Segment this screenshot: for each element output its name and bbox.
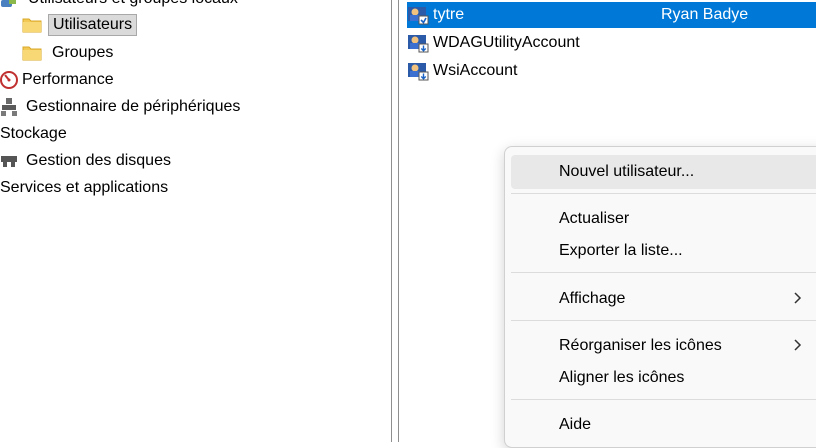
tree-label: Utilisateurs: [48, 14, 138, 36]
menu-separator: [511, 399, 816, 400]
tree-item-local-users-groups[interactable]: Utilisateurs et groupes locaux: [0, 0, 242, 12]
menu-item-aligner-les-icones[interactable]: Aligner les icônes: [511, 361, 816, 395]
menu-item-label: Nouvel utilisateur...: [559, 163, 695, 180]
user-full-name: Ryan Badye: [661, 6, 749, 23]
tree-item-services-applications[interactable]: Services et applications: [0, 175, 172, 201]
menu-item-label: Actualiser: [559, 210, 630, 227]
tree-item-disk-management[interactable]: Gestion des disques: [0, 148, 175, 174]
console-tree: Utilisateurs et groupes locaux Utilisate…: [0, 0, 392, 442]
tree-item-groupes[interactable]: Groupes: [22, 40, 117, 66]
disk-management-icon: [0, 153, 18, 169]
tree-label: Utilisateurs et groupes locaux: [24, 0, 242, 8]
tree-label: Groupes: [52, 44, 114, 61]
pane-splitter[interactable]: [391, 0, 399, 442]
users-groups-icon: [0, 0, 16, 8]
user-icon: [407, 5, 429, 25]
menu-item-label: Aligner les icônes: [559, 369, 685, 386]
tree-item-device-manager[interactable]: Gestionnaire de périphériques: [0, 94, 244, 120]
tree-item-utilisateurs[interactable]: Utilisateurs: [22, 12, 138, 38]
folder-icon: [22, 17, 42, 33]
folder-icon: [22, 45, 42, 61]
tree-label: Services et applications: [0, 179, 169, 196]
user-name: WsiAccount: [433, 62, 518, 79]
menu-item-affichage[interactable]: Affichage: [511, 282, 816, 316]
context-menu: Nouvel utilisateur... Actualiser Exporte…: [504, 146, 816, 448]
tree-label: Gestionnaire de périphériques: [26, 98, 241, 115]
menu-item-nouvel-utilisateur[interactable]: Nouvel utilisateur...: [511, 155, 816, 189]
tree-label: Performance: [22, 71, 114, 88]
menu-item-label: Réorganiser les icônes: [559, 337, 722, 354]
device-manager-icon: [0, 97, 18, 117]
menu-separator: [511, 320, 816, 321]
list-row-wdagutilityaccount[interactable]: WDAGUtilityAccount: [407, 30, 816, 56]
menu-item-exporter-la-liste[interactable]: Exporter la liste...: [511, 234, 816, 268]
tree-label: Gestion des disques: [26, 152, 171, 169]
chevron-right-icon: [791, 336, 805, 354]
user-icon: [407, 33, 429, 53]
user-name: WDAGUtilityAccount: [433, 34, 580, 51]
performance-icon: [0, 71, 18, 89]
tree-label: Stockage: [0, 125, 67, 142]
menu-item-actualiser[interactable]: Actualiser: [511, 202, 816, 236]
user-name: tytre: [433, 6, 465, 23]
menu-item-label: Exporter la liste...: [559, 242, 683, 259]
menu-item-label: Aide: [559, 416, 592, 433]
menu-item-label: Affichage: [559, 290, 626, 307]
list-row-tytre[interactable]: tytre Ryan Badye: [407, 2, 816, 28]
tree-item-stockage[interactable]: Stockage: [0, 121, 71, 147]
menu-item-aide[interactable]: Aide: [511, 408, 816, 442]
tree-item-performance[interactable]: Performance: [0, 67, 118, 93]
list-row-wsiaccount[interactable]: WsiAccount: [407, 58, 816, 84]
user-icon: [407, 61, 429, 81]
menu-separator: [511, 272, 816, 273]
chevron-right-icon: [791, 289, 805, 307]
menu-separator: [511, 193, 816, 194]
menu-item-reorganiser-les-icones[interactable]: Réorganiser les icônes: [511, 329, 816, 363]
